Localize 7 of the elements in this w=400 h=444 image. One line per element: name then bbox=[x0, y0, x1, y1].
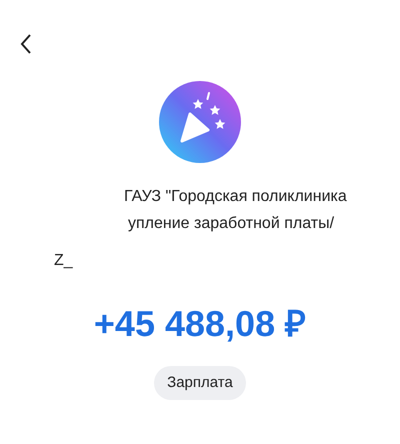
party-popper-icon bbox=[159, 81, 241, 163]
description-text: Z_ bbox=[54, 251, 73, 271]
back-icon[interactable] bbox=[20, 34, 32, 54]
description-text: ГАУЗ "Городская поликлиника bbox=[124, 187, 347, 207]
category-chip[interactable]: Зарплата bbox=[154, 366, 246, 400]
description-text: упление заработной платы/ bbox=[128, 214, 334, 234]
amount: +45 488,08 ₽ bbox=[92, 302, 308, 346]
